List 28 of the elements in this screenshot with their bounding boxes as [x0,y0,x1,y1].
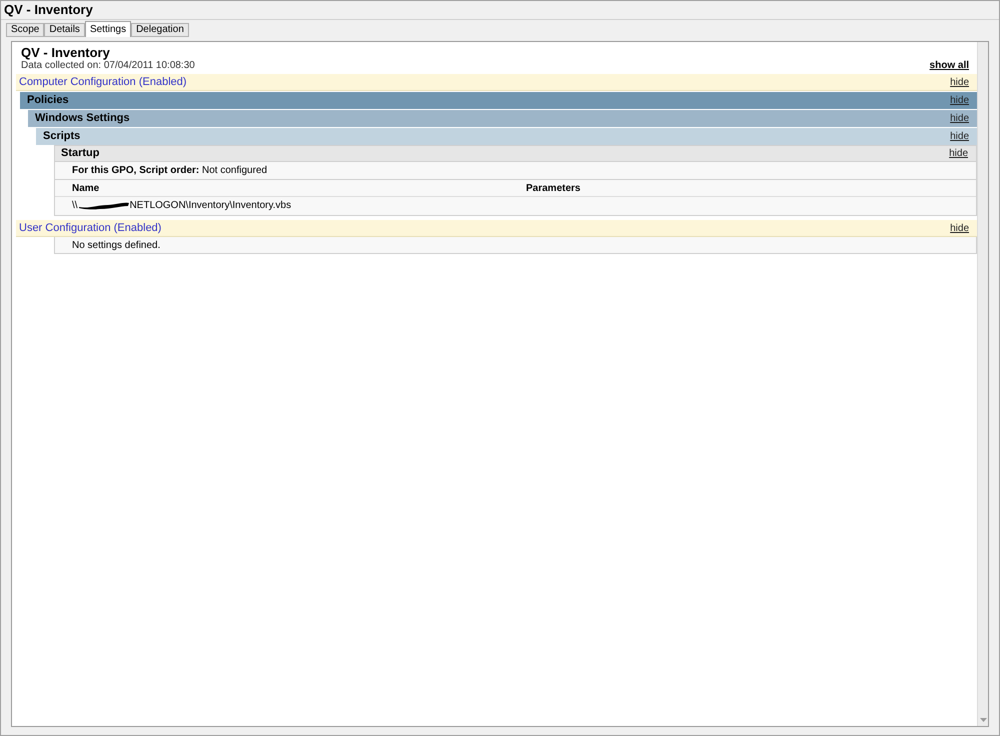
collected-date: Data collected on: 07/04/2011 10:08:30 [21,60,195,73]
report-title: QV - Inventory [20,45,111,60]
tab[interactable]: Scope [6,23,44,37]
hide-link[interactable]: hide [950,220,969,236]
path-text: \\ [72,198,78,212]
window-title: QV - Inventory [4,1,93,20]
hide-link[interactable]: hide [950,93,969,108]
extension-heading: Startup [61,146,100,162]
path-text: NETLOGON\Inventory\Inventory.vbs [130,198,292,212]
column-header: Name [72,182,100,196]
setting-text: For this GPO, Script order: Not configured [72,164,268,178]
tab[interactable]: Delegation [131,23,189,37]
note-text: No settings defined. [72,238,160,252]
category-heading: Policies [27,93,69,108]
hide-link[interactable]: hide [950,111,969,126]
tab[interactable]: Details [44,23,85,37]
hide-link[interactable]: hide [949,146,968,161]
hide-link[interactable]: hide [950,129,969,144]
scroll-down-icon[interactable] [980,718,986,722]
config-heading: User Configuration (Enabled) [19,220,162,236]
category-heading: Scripts [43,129,80,144]
hide-link[interactable]: hide [950,74,969,90]
config-heading: Computer Configuration (Enabled) [19,74,187,90]
column-header: Parameters [526,182,580,196]
category-heading: Windows Settings [35,111,130,126]
scrollbar[interactable] [977,42,988,726]
show-all-link[interactable]: show all [930,58,969,73]
tab[interactable]: Settings [84,21,132,37]
